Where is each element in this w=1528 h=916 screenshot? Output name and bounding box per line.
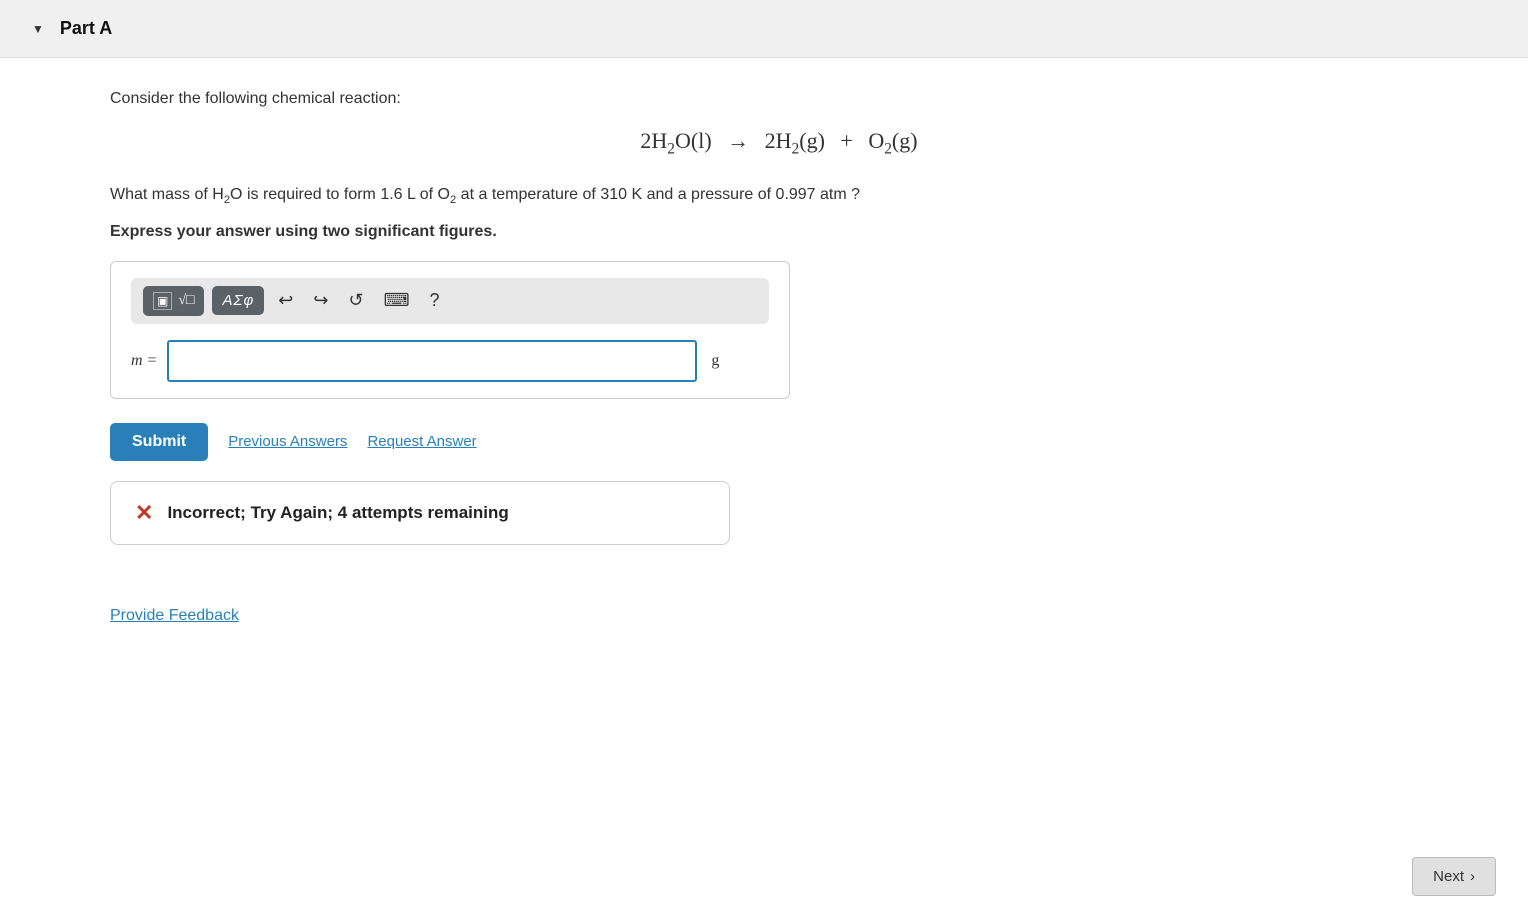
input-label: m = xyxy=(131,352,157,370)
request-answer-button[interactable]: Request Answer xyxy=(367,433,476,450)
plus-sign: + xyxy=(840,128,852,153)
previous-answers-button[interactable]: Previous Answers xyxy=(228,433,347,450)
provide-feedback-button[interactable]: Provide Feedback xyxy=(110,607,239,625)
part-header: ▼ Part A xyxy=(0,0,1528,58)
feedback-box: ✕ Incorrect; Try Again; 4 attempts remai… xyxy=(110,481,730,545)
answer-input[interactable] xyxy=(167,340,697,382)
footer-area: Provide Feedback xyxy=(0,607,1528,645)
action-row: Submit Previous Answers Request Answer xyxy=(110,423,1448,461)
question-text: What mass of H2O is required to form 1.6… xyxy=(110,182,1448,210)
unit-label: g xyxy=(711,352,719,370)
help-button[interactable]: ? xyxy=(424,286,446,315)
part-title: Part A xyxy=(60,18,112,39)
reactant: 2H2O(l) xyxy=(640,128,711,153)
answer-box: ▣ √□ ΑΣφ ↩ ↪ ↺ ⌨ ? m = g xyxy=(110,261,790,399)
next-button[interactable]: Next › xyxy=(1412,857,1496,896)
toolbar: ▣ √□ ΑΣφ ↩ ↪ ↺ ⌨ ? xyxy=(131,278,769,324)
collapse-icon[interactable]: ▼ xyxy=(32,22,44,36)
submit-button[interactable]: Submit xyxy=(110,423,208,461)
math-template-button[interactable]: ▣ √□ xyxy=(143,286,204,316)
redo-button[interactable]: ↪ xyxy=(307,286,334,315)
product1: 2H2(g) xyxy=(765,128,825,153)
template-icon: ▣ xyxy=(153,292,172,310)
input-row: m = g xyxy=(131,340,769,382)
intro-text: Consider the following chemical reaction… xyxy=(110,90,1448,108)
express-instruction: Express your answer using two significan… xyxy=(110,223,1448,241)
reaction-arrow: → xyxy=(727,128,749,153)
content-area: Consider the following chemical reaction… xyxy=(0,58,1528,607)
refresh-button[interactable]: ↺ xyxy=(342,286,369,315)
greek-button[interactable]: ΑΣφ xyxy=(212,286,264,315)
undo-button[interactable]: ↩ xyxy=(272,286,299,315)
feedback-message: Incorrect; Try Again; 4 attempts remaini… xyxy=(167,503,508,523)
page-wrapper: ▼ Part A Consider the following chemical… xyxy=(0,0,1528,916)
next-arrow-icon: › xyxy=(1470,868,1475,885)
incorrect-icon: ✕ xyxy=(135,500,153,526)
keyboard-button[interactable]: ⌨ xyxy=(378,286,416,315)
reaction-equation: 2H2O(l) → 2H2(g) + O2(g) xyxy=(110,128,1448,158)
sqrt-icon: √□ xyxy=(178,293,194,309)
product2: O2(g) xyxy=(868,128,917,153)
next-label: Next xyxy=(1433,868,1464,885)
